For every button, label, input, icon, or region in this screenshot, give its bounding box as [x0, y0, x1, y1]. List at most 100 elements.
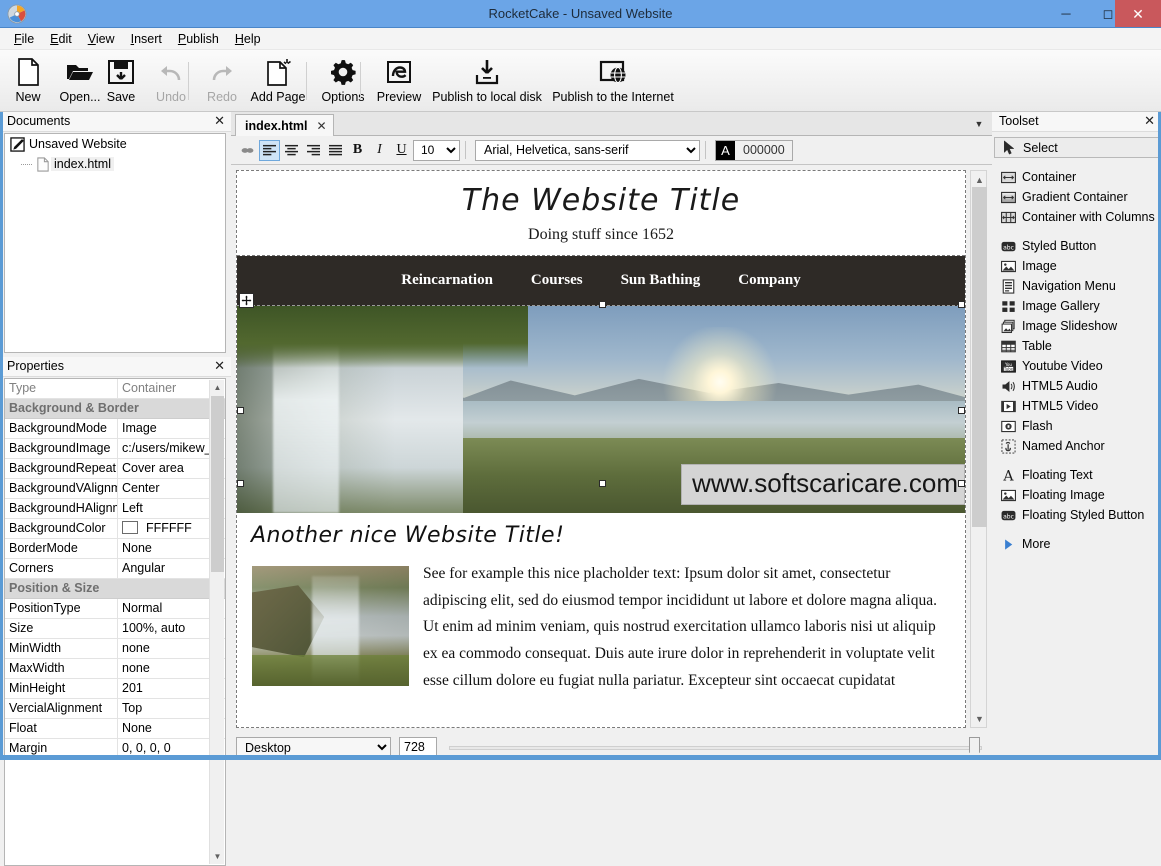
close-button[interactable]: ✕	[1115, 0, 1161, 27]
preview-nav-link-sun-bathing[interactable]: Sun Bathing	[621, 272, 701, 289]
property-row-backgroundimage[interactable]: BackgroundImagec:/users/mikew_	[5, 439, 225, 459]
align-center-icon[interactable]	[281, 140, 302, 161]
preview-navigation-menu[interactable]: Reincarnation Courses Sun Bathing Company	[237, 256, 965, 306]
menu-item-edit[interactable]: Edit	[42, 28, 80, 50]
toolset-item-named-anchor[interactable]: Named Anchor	[992, 436, 1161, 456]
property-row-size[interactable]: Size100%, auto	[5, 619, 225, 639]
toolset-item-styled-button[interactable]: abcStyled Button	[992, 236, 1161, 256]
toolset-item-html5-audio[interactable]: HTML5 Audio	[992, 376, 1161, 396]
property-row-float[interactable]: FloatNone	[5, 719, 225, 739]
canvas-scroll-up-icon[interactable]: ▲	[972, 172, 987, 187]
text-color-picker[interactable]: A 000000	[715, 140, 793, 161]
toolset-item-image-slideshow[interactable]: Image Slideshow	[992, 316, 1161, 336]
align-left-icon[interactable]	[259, 140, 280, 161]
tab-index-html[interactable]: index.html ✕	[235, 114, 334, 137]
page-canvas[interactable]: The Website Title Doing stuff since 1652…	[236, 170, 966, 728]
toolset-item-more[interactable]: More	[992, 534, 1161, 554]
toolset-item-floating-text[interactable]: AFloating Text	[992, 465, 1161, 485]
properties-panel-close-icon[interactable]: ✕	[214, 358, 225, 374]
toolset-item-image[interactable]: Image	[992, 256, 1161, 276]
scroll-up-icon[interactable]: ▲	[210, 380, 225, 395]
menu-item-file[interactable]: File	[6, 28, 42, 50]
preview-header-container[interactable]: The Website Title Doing stuff since 1652	[237, 171, 965, 256]
toolset-item-youtube-video[interactable]: YouTubeYoutube Video	[992, 356, 1161, 376]
properties-scroll-thumb[interactable]	[211, 396, 224, 572]
toolset-item-gradient-container[interactable]: Gradient Container	[992, 187, 1161, 207]
property-row-backgroundhalignm[interactable]: BackgroundHAlignmLeft	[5, 499, 225, 519]
selection-handle-tc[interactable]	[599, 480, 606, 487]
preview-nav-link-reincarnation[interactable]: Reincarnation	[401, 272, 493, 289]
property-row-positiontype[interactable]: PositionTypeNormal	[5, 599, 225, 619]
tree-item-unsaved-website[interactable]: Unsaved Website	[5, 134, 225, 154]
toolbar-save-button[interactable]: Save	[100, 52, 142, 110]
scroll-down-icon[interactable]: ▼	[210, 849, 225, 864]
property-row-minwidth[interactable]: MinWidthnone	[5, 639, 225, 659]
property-row-backgroundmode[interactable]: BackgroundModeImage	[5, 419, 225, 439]
toolbar-open-button[interactable]: Open...	[54, 52, 106, 110]
preview-body-container[interactable]: Another nice Website Title! See for exam…	[237, 513, 965, 694]
toolset-item-select[interactable]: Select	[994, 137, 1159, 158]
toolbar-new-button[interactable]: New	[8, 52, 48, 110]
italic-button[interactable]: I	[369, 140, 390, 161]
preview-site-subtitle[interactable]: Doing stuff since 1652	[237, 218, 965, 244]
chevron-down-icon[interactable]: ▼	[972, 117, 986, 131]
preview-site-title[interactable]: The Website Title	[237, 171, 965, 218]
toolbar-add-page-button[interactable]: Add Page	[248, 52, 308, 110]
menu-item-publish[interactable]: Publish	[170, 28, 227, 50]
property-row-backgroundcolor[interactable]: BackgroundColorFFFFFF	[5, 519, 225, 539]
menu-item-view[interactable]: View	[80, 28, 123, 50]
link-chain-icon[interactable]	[237, 140, 258, 161]
toolset-item-container-with-columns[interactable]: Container with Columns	[992, 207, 1161, 227]
menu-item-help[interactable]: Help	[227, 28, 269, 50]
canvas-vertical-scrollbar[interactable]: ▲ ▼	[970, 170, 987, 728]
toolset-item-container[interactable]: Container	[992, 167, 1161, 187]
selection-handle-br[interactable]	[958, 301, 965, 308]
property-row-minheight[interactable]: MinHeight201	[5, 679, 225, 699]
toolset-item-floating-styled-button[interactable]: abcFloating Styled Button	[992, 505, 1161, 525]
properties-grid[interactable]: TypeContainerBackground & BorderBackgrou…	[4, 378, 226, 866]
documents-panel-close-icon[interactable]: ✕	[214, 113, 225, 129]
documents-tree[interactable]: Unsaved Websiteindex.html	[4, 133, 226, 353]
toolbar-publish-to-the-internet-button[interactable]: Publish to the Internet	[546, 52, 680, 110]
toolset-item-flash[interactable]: Flash	[992, 416, 1161, 436]
property-row-corners[interactable]: CornersAngular	[5, 559, 225, 579]
property-row-backgroundvalignm[interactable]: BackgroundVAlignmCenter	[5, 479, 225, 499]
menu-item-insert[interactable]: Insert	[123, 28, 170, 50]
toolbar-options-button[interactable]: Options	[316, 52, 370, 110]
selection-handle-mr[interactable]	[958, 407, 965, 414]
align-right-icon[interactable]	[303, 140, 324, 161]
preview-nav-link-courses[interactable]: Courses	[531, 272, 583, 289]
minimize-button[interactable]: ─	[1045, 0, 1087, 27]
property-row-vercialalignment[interactable]: VercialAlignmentTop	[5, 699, 225, 719]
toolset-item-floating-image[interactable]: Floating Image	[992, 485, 1161, 505]
property-row-maxwidth[interactable]: MaxWidthnone	[5, 659, 225, 679]
toolset-item-table[interactable]: Table	[992, 336, 1161, 356]
canvas-scroll-down-icon[interactable]: ▼	[972, 711, 987, 726]
preview-body-title[interactable]: Another nice Website Title!	[251, 523, 951, 548]
canvas-scroll-thumb[interactable]	[972, 187, 987, 527]
tab-close-icon[interactable]: ✕	[317, 119, 327, 133]
property-row-bordermode[interactable]: BorderModeNone	[5, 539, 225, 559]
align-justify-icon[interactable]	[325, 140, 346, 161]
preview-nav-link-company[interactable]: Company	[738, 272, 801, 289]
underline-button[interactable]: U	[391, 140, 412, 161]
color-swatch[interactable]	[122, 521, 138, 534]
toolset-panel-close-icon[interactable]: ✕	[1144, 113, 1155, 129]
move-cross-icon[interactable]	[239, 293, 254, 308]
preview-inline-image[interactable]	[252, 566, 409, 686]
selection-handle-tr[interactable]	[958, 480, 965, 487]
toolset-item-navigation-menu[interactable]: Navigation Menu	[992, 276, 1161, 296]
properties-scrollbar[interactable]: ▲ ▼	[209, 380, 224, 864]
tree-item-index-html[interactable]: index.html	[5, 154, 225, 174]
font-family-select[interactable]: Arial, Helvetica, sans-serifTimes New Ro…	[475, 140, 700, 161]
toolbar-preview-button[interactable]: Preview	[372, 52, 426, 110]
selection-handle-tl[interactable]	[237, 480, 244, 487]
selection-handle-bc[interactable]	[599, 301, 606, 308]
property-row-backgroundrepeat[interactable]: BackgroundRepeatCover area	[5, 459, 225, 479]
toolbar-publish-to-local-disk-button[interactable]: Publish to local disk	[430, 52, 544, 110]
selection-handle-ml[interactable]	[237, 407, 244, 414]
toolset-item-html5-video[interactable]: HTML5 Video	[992, 396, 1161, 416]
toolset-item-image-gallery[interactable]: Image Gallery	[992, 296, 1161, 316]
font-size-select[interactable]: 8910111214182436	[413, 140, 460, 161]
bold-button[interactable]: B	[347, 140, 368, 161]
